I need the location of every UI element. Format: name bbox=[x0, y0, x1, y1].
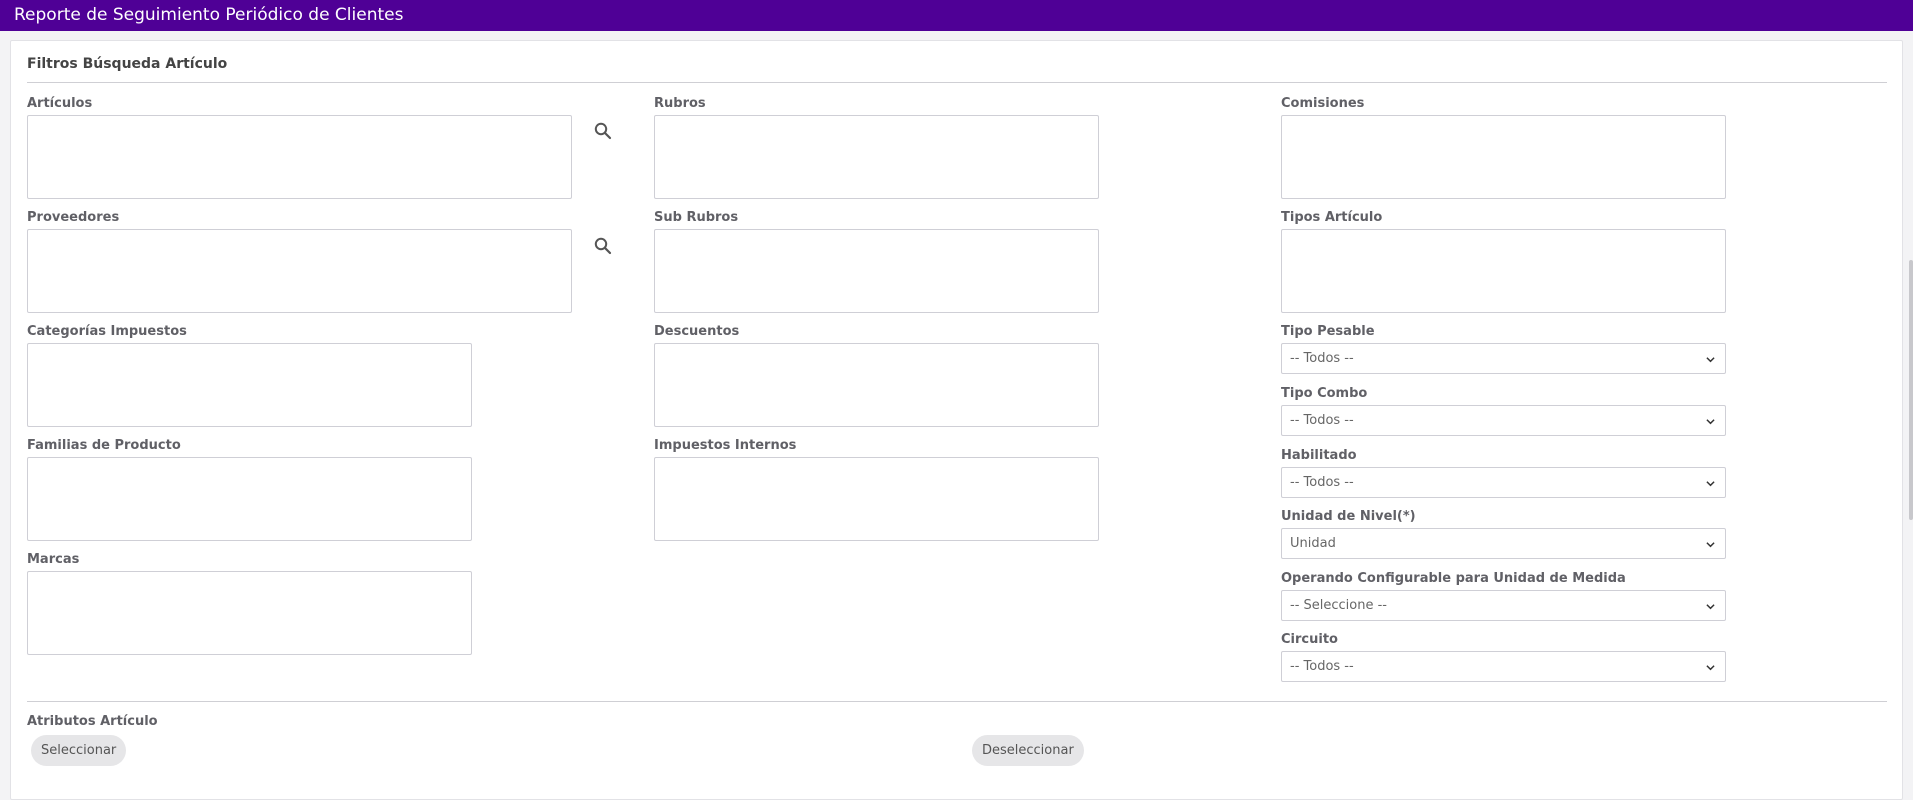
chevron-down-icon bbox=[1706, 357, 1715, 363]
habilitado-value: -- Todos -- bbox=[1290, 475, 1354, 490]
habilitado-select[interactable]: -- Todos -- bbox=[1281, 467, 1726, 498]
operando-configurable-select[interactable]: -- Seleccione -- bbox=[1281, 590, 1726, 621]
label-comisiones: Comisiones bbox=[1281, 96, 1365, 111]
tipo-combo-select[interactable]: -- Todos -- bbox=[1281, 405, 1726, 436]
tipo-pesable-select[interactable]: -- Todos -- bbox=[1281, 343, 1726, 374]
label-unidad-nivel: Unidad de Nivel(*) bbox=[1281, 509, 1416, 524]
section-divider bbox=[27, 82, 1887, 83]
label-tipos-articulo: Tipos Artículo bbox=[1281, 210, 1383, 225]
unidad-nivel-select[interactable]: Unidad bbox=[1281, 528, 1726, 559]
label-sub-rubros: Sub Rubros bbox=[654, 210, 739, 225]
scrollbar[interactable] bbox=[1909, 260, 1913, 520]
label-proveedores: Proveedores bbox=[27, 210, 120, 225]
proveedores-list[interactable] bbox=[27, 229, 572, 313]
tipo-combo-value: -- Todos -- bbox=[1290, 413, 1354, 428]
comisiones-list[interactable] bbox=[1281, 115, 1726, 199]
operando-configurable-value: -- Seleccione -- bbox=[1290, 598, 1387, 613]
label-impuestos-internos: Impuestos Internos bbox=[654, 438, 797, 453]
chevron-down-icon bbox=[1706, 481, 1715, 487]
label-circuito: Circuito bbox=[1281, 632, 1338, 647]
tipos-articulo-list[interactable] bbox=[1281, 229, 1726, 313]
chevron-down-icon bbox=[1706, 665, 1715, 671]
label-marcas: Marcas bbox=[27, 552, 80, 567]
impuestos-internos-list[interactable] bbox=[654, 457, 1099, 541]
familias-producto-list[interactable] bbox=[27, 457, 472, 541]
label-rubros: Rubros bbox=[654, 96, 706, 111]
section-divider bbox=[27, 701, 1887, 702]
page-title: Reporte de Seguimiento Periódico de Clie… bbox=[14, 5, 404, 25]
search-icon[interactable] bbox=[593, 121, 613, 141]
circuito-value: -- Todos -- bbox=[1290, 659, 1354, 674]
label-tipo-pesable: Tipo Pesable bbox=[1281, 324, 1375, 339]
section-title-atributos: Atributos Artículo bbox=[27, 714, 158, 729]
unidad-nivel-value: Unidad bbox=[1290, 536, 1336, 551]
articulos-list[interactable] bbox=[27, 115, 572, 199]
descuentos-list[interactable] bbox=[654, 343, 1099, 427]
circuito-select[interactable]: -- Todos -- bbox=[1281, 651, 1726, 682]
chevron-down-icon bbox=[1706, 604, 1715, 610]
sub-rubros-list[interactable] bbox=[654, 229, 1099, 313]
page-header: Reporte de Seguimiento Periódico de Clie… bbox=[0, 0, 1913, 31]
label-articulos: Artículos bbox=[27, 96, 93, 111]
section-title-filtros: Filtros Búsqueda Artículo bbox=[27, 56, 228, 72]
categorias-impuestos-list[interactable] bbox=[27, 343, 472, 427]
filters-panel: Filtros Búsqueda Artículo Artículos Prov… bbox=[10, 40, 1903, 800]
select-button[interactable]: Seleccionar bbox=[31, 735, 127, 766]
marcas-list[interactable] bbox=[27, 571, 472, 655]
search-icon[interactable] bbox=[593, 236, 613, 256]
deselect-button[interactable]: Deseleccionar bbox=[972, 735, 1084, 766]
label-tipo-combo: Tipo Combo bbox=[1281, 386, 1368, 401]
label-familias-producto: Familias de Producto bbox=[27, 438, 181, 453]
label-descuentos: Descuentos bbox=[654, 324, 740, 339]
label-habilitado: Habilitado bbox=[1281, 448, 1357, 463]
chevron-down-icon bbox=[1706, 419, 1715, 425]
label-operando-configurable: Operando Configurable para Unidad de Med… bbox=[1281, 571, 1626, 586]
chevron-down-icon bbox=[1706, 542, 1715, 548]
label-categorias-impuestos: Categorías Impuestos bbox=[27, 324, 187, 339]
rubros-list[interactable] bbox=[654, 115, 1099, 199]
tipo-pesable-value: -- Todos -- bbox=[1290, 351, 1354, 366]
